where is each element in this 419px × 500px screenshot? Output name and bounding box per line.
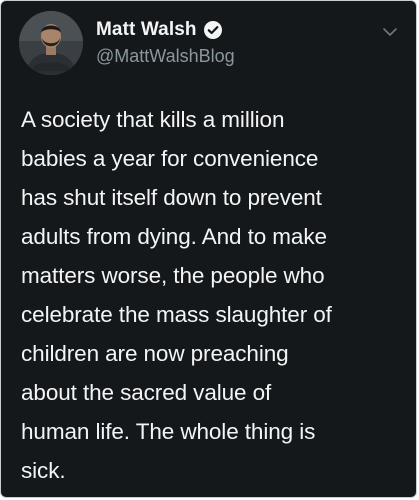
tweet-text: A society that kills a million babies a …	[21, 107, 332, 483]
author-name[interactable]: Matt Walsh	[96, 19, 197, 41]
avatar-image	[19, 11, 83, 75]
verified-badge-icon	[203, 20, 223, 40]
author-row: Matt Walsh	[96, 19, 223, 41]
avatar[interactable]	[19, 11, 83, 75]
chevron-down-icon[interactable]	[382, 25, 398, 37]
author-handle[interactable]: @MattWalshBlog	[96, 46, 235, 67]
tweet-card: Matt Walsh @MattWalshBlog A society that…	[0, 0, 417, 498]
